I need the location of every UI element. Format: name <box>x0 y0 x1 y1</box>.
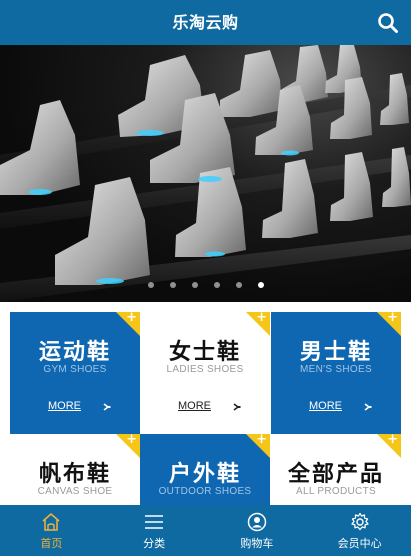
plus-icon: + <box>387 434 398 447</box>
category-title: 帆布鞋 <box>38 462 111 487</box>
carousel-dot-active[interactable] <box>257 282 264 288</box>
chevron-right-icon <box>233 403 241 411</box>
category-title: 户外鞋 <box>168 462 241 487</box>
nav-item-home[interactable]: 首页 <box>0 505 103 556</box>
category-subtitle: GYM SHOES <box>43 364 107 375</box>
bottom-nav: 首页 分类 购物车 会员中心 <box>0 505 411 556</box>
category-subtitle: OUTDOOR SHOES <box>158 486 252 497</box>
category-title: 全部产品 <box>287 462 384 487</box>
carousel-dot[interactable] <box>169 282 176 288</box>
more-link[interactable]: MORE <box>48 400 81 412</box>
nav-label: 购物车 <box>240 537 274 550</box>
category-title: 女士鞋 <box>168 340 241 365</box>
chevron-right-icon <box>103 403 111 411</box>
nav-item-cart[interactable]: 购物车 <box>206 505 309 556</box>
category-subtitle: CANVAS SHOE <box>37 486 113 497</box>
category-subtitle: MEN'S SHOES <box>300 364 372 375</box>
page-title: 乐淘云购 <box>172 13 239 32</box>
chevron-right-icon <box>364 403 372 411</box>
plus-icon: + <box>387 312 398 325</box>
shoe-display-image <box>0 45 411 302</box>
nav-label: 会员中心 <box>337 537 382 550</box>
category-grid: + 运动鞋 GYM SHOES MORE + 女士鞋 LADIES SHOES … <box>10 312 401 556</box>
category-subtitle: ALL PRODUCTS <box>296 486 376 497</box>
hero-banner[interactable] <box>0 45 411 302</box>
nav-item-category[interactable]: 分类 <box>103 505 206 556</box>
more-link[interactable]: MORE <box>178 400 211 412</box>
menu-icon <box>145 515 164 529</box>
home-icon <box>42 513 60 531</box>
nav-label: 分类 <box>143 537 166 550</box>
category-tile-mens-shoes[interactable]: + 男士鞋 MEN'S SHOES MORE <box>271 312 401 434</box>
category-tile-gym-shoes[interactable]: + 运动鞋 GYM SHOES MORE <box>10 312 140 434</box>
top-header: 乐淘云购 <box>0 0 411 45</box>
category-subtitle: LADIES SHOES <box>166 364 244 375</box>
plus-icon: + <box>126 434 137 447</box>
category-title: 运动鞋 <box>38 340 111 365</box>
more-link[interactable]: MORE <box>309 400 342 412</box>
carousel-indicators[interactable] <box>0 282 411 290</box>
gear-icon <box>350 512 369 531</box>
plus-icon: + <box>126 312 137 325</box>
carousel-dot[interactable] <box>147 282 154 288</box>
carousel-dot[interactable] <box>235 282 242 288</box>
category-title: 男士鞋 <box>299 340 372 365</box>
nav-label: 首页 <box>40 537 63 550</box>
carousel-dot[interactable] <box>191 282 198 288</box>
user-circle-icon <box>247 512 267 532</box>
plus-icon: + <box>256 434 267 447</box>
plus-icon: + <box>256 312 267 325</box>
carousel-dot[interactable] <box>213 282 220 288</box>
nav-item-member-center[interactable]: 会员中心 <box>308 505 411 556</box>
search-icon[interactable] <box>377 12 399 34</box>
category-tile-ladies-shoes[interactable]: + 女士鞋 LADIES SHOES MORE <box>140 312 270 434</box>
